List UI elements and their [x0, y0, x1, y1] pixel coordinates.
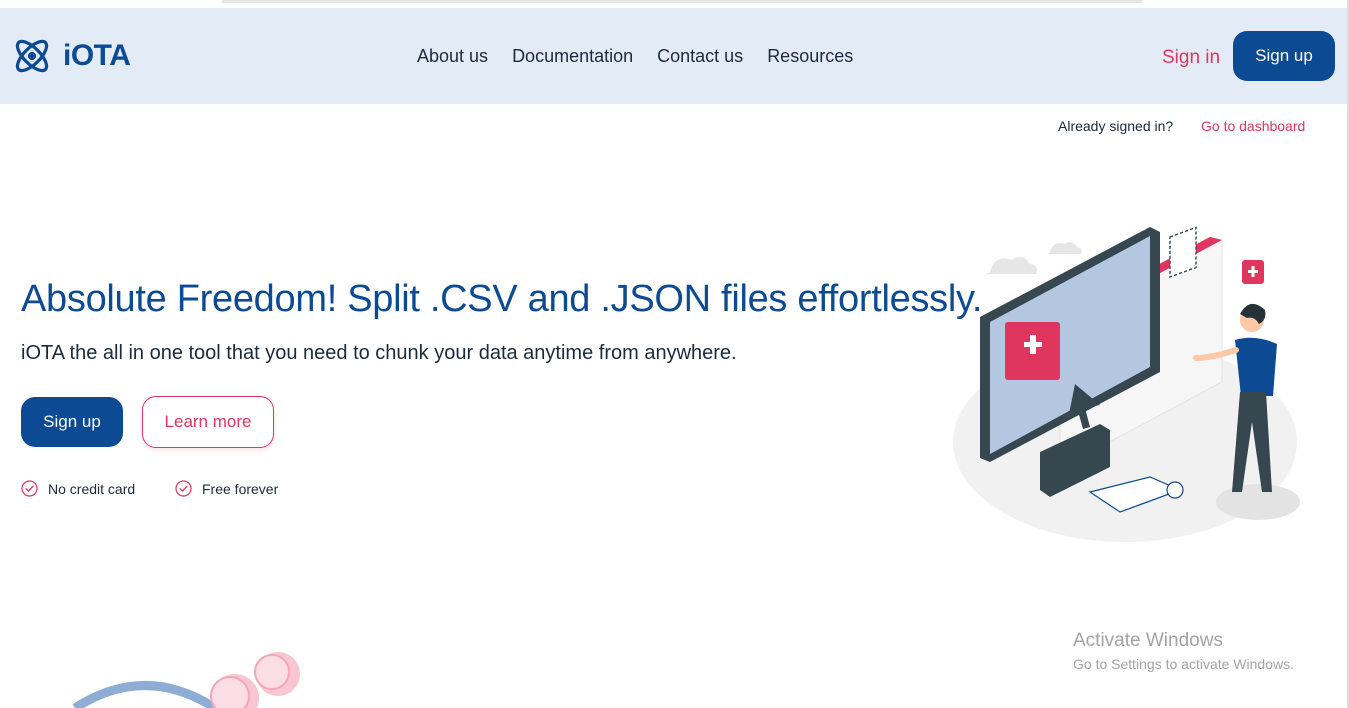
feature-free-forever: Free forever — [175, 480, 278, 497]
sign-in-link[interactable]: Sign in — [1162, 47, 1220, 69]
go-to-dashboard-link[interactable]: Go to dashboard — [1201, 118, 1305, 134]
watermark-title: Activate Windows — [1073, 630, 1223, 651]
already-signed-in-text: Already signed in? — [1058, 118, 1174, 134]
iota-logo-icon — [15, 39, 49, 73]
nav-resources[interactable]: Resources — [767, 46, 853, 67]
browser-top-strip — [0, 0, 1349, 8]
hero-sign-up-button[interactable]: Sign up — [21, 397, 123, 447]
logo[interactable]: iOTA — [11, 35, 131, 77]
logo-text: iOTA — [63, 39, 131, 72]
nav-contact-us[interactable]: Contact us — [657, 46, 743, 67]
learn-more-button[interactable]: Learn more — [142, 396, 274, 448]
hero-subtitle: iOTA the all in one tool that you need t… — [21, 342, 737, 364]
activate-windows-watermark: Activate Windows Go to Settings to activ… — [1073, 630, 1294, 672]
feature-no-credit-card: No credit card — [21, 480, 135, 497]
check-circle-icon — [175, 480, 192, 497]
nav-documentation[interactable]: Documentation — [512, 46, 633, 67]
feature-label: No credit card — [48, 480, 136, 497]
header-sign-up-button[interactable]: Sign up — [1233, 31, 1335, 81]
hero-illustration — [953, 226, 1300, 542]
hero-title: Absolute Freedom! Split .CSV and .JSON f… — [21, 278, 983, 320]
check-circle-icon — [21, 480, 38, 497]
nav-about-us[interactable]: About us — [417, 46, 488, 67]
watermark-subtitle: Go to Settings to activate Windows. — [1073, 656, 1294, 672]
feature-label: Free forever — [202, 480, 279, 497]
main-nav: About us Documentation Contact us Resour… — [417, 46, 853, 67]
media-illustration — [72, 652, 300, 708]
site-header: iOTA About us Documentation Contact us R… — [0, 8, 1347, 104]
